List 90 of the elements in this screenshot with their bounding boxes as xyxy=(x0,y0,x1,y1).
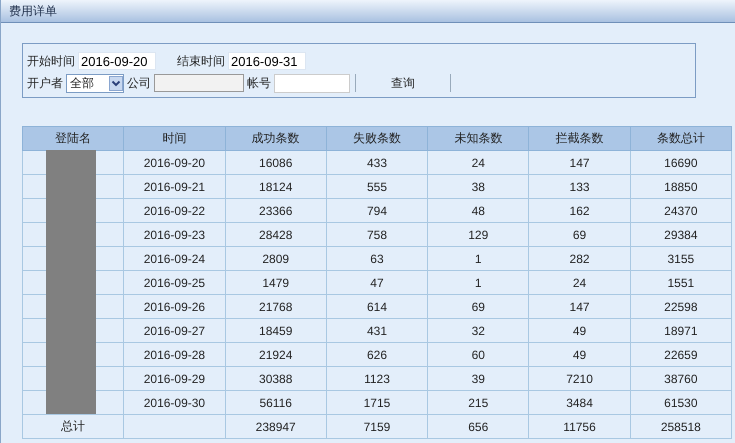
table-cell: 2016-09-30 xyxy=(124,390,226,414)
column-header: 条数总计 xyxy=(630,126,732,150)
table-cell: 282 xyxy=(528,246,630,270)
start-label: 开始时间 xyxy=(27,52,75,70)
table-cell: 69 xyxy=(428,294,529,318)
table-cell: 1 xyxy=(428,246,529,270)
start-date-field[interactable]: 2016-09-20 xyxy=(78,52,156,70)
table-cell: 258518 xyxy=(630,414,732,438)
account-field[interactable] xyxy=(274,74,350,92)
table-cell: 16690 xyxy=(630,150,732,174)
end-label: 结束时间 xyxy=(177,52,225,70)
table-cell: 147 xyxy=(528,150,630,174)
table-cell: 431 xyxy=(326,318,428,342)
table-cell: 28428 xyxy=(225,222,326,246)
table-cell: 18459 xyxy=(225,318,326,342)
table-cell: 56116 xyxy=(225,390,326,414)
table-cell: 39 xyxy=(428,366,529,390)
table-cell: 7159 xyxy=(326,414,428,438)
table-cell: 18850 xyxy=(630,174,732,198)
table-cell: 129 xyxy=(428,222,529,246)
table-cell: 2016-09-20 xyxy=(124,150,226,174)
table-cell: 758 xyxy=(326,222,428,246)
table-cell: 2016-09-23 xyxy=(124,222,226,246)
column-header: 未知条数 xyxy=(428,126,529,150)
table-cell: 2016-09-25 xyxy=(124,270,226,294)
table-cell: 21924 xyxy=(225,342,326,366)
table-cell: 16086 xyxy=(225,150,326,174)
table-cell: 63 xyxy=(326,246,428,270)
table-cell: 24370 xyxy=(630,198,732,222)
table-cell: 162 xyxy=(528,198,630,222)
table-cell: 24 xyxy=(428,150,529,174)
table-cell: 433 xyxy=(326,150,428,174)
table-cell: 18971 xyxy=(630,318,732,342)
table-cell: 38 xyxy=(428,174,529,198)
table-cell: 133 xyxy=(528,174,630,198)
table-cell: 2016-09-21 xyxy=(124,174,226,198)
column-header: 失败条数 xyxy=(326,126,428,150)
table-cell: 614 xyxy=(326,294,428,318)
table-cell: 238947 xyxy=(225,414,326,438)
table-cell: 794 xyxy=(326,198,428,222)
table-cell: 656 xyxy=(428,414,529,438)
table-cell: 38760 xyxy=(630,366,732,390)
table-cell: 7210 xyxy=(528,366,630,390)
table-cell: 2016-09-28 xyxy=(124,342,226,366)
company-label: 公司 xyxy=(127,74,151,92)
table-cell: 2016-09-22 xyxy=(124,198,226,222)
table-cell: 1123 xyxy=(326,366,428,390)
table-cell: 555 xyxy=(326,174,428,198)
table-cell: 1551 xyxy=(630,270,732,294)
table-cell: 3484 xyxy=(528,390,630,414)
account-label: 帐号 xyxy=(247,74,271,92)
window-title: 费用详单 xyxy=(9,2,57,20)
table-cell: 61530 xyxy=(630,390,732,414)
table-cell: 2809 xyxy=(225,246,326,270)
column-header: 拦截条数 xyxy=(528,126,630,150)
table-cell: 2016-09-24 xyxy=(124,246,226,270)
query-button[interactable]: 查询 xyxy=(361,73,445,93)
table-cell: 49 xyxy=(528,342,630,366)
table-cell: 2016-09-27 xyxy=(124,318,226,342)
owner-select[interactable]: 全部 xyxy=(66,74,124,92)
table-cell: 215 xyxy=(428,390,529,414)
table-cell: 1 xyxy=(428,270,529,294)
table-cell: 69 xyxy=(528,222,630,246)
table-cell: 49 xyxy=(528,318,630,342)
owner-label: 开户者 xyxy=(27,74,63,92)
total-label: 总计 xyxy=(22,414,124,438)
column-header: 登陆名 xyxy=(22,126,124,150)
table-cell: 29384 xyxy=(630,222,732,246)
table-cell: 32 xyxy=(428,318,529,342)
table-cell: 60 xyxy=(428,342,529,366)
table-cell: 1715 xyxy=(326,390,428,414)
table-cell: 147 xyxy=(528,294,630,318)
table-cell: 48 xyxy=(428,198,529,222)
table-cell: 22598 xyxy=(630,294,732,318)
end-date-field[interactable]: 2016-09-31 xyxy=(228,52,306,70)
table-cell: 22659 xyxy=(630,342,732,366)
table-cell: 24 xyxy=(528,270,630,294)
table-cell: 1479 xyxy=(225,270,326,294)
table-cell: 2016-09-29 xyxy=(124,366,226,390)
table-cell: 30388 xyxy=(225,366,326,390)
table-cell: 47 xyxy=(326,270,428,294)
table-cell: 23366 xyxy=(225,198,326,222)
table-cell: 11756 xyxy=(528,414,630,438)
column-header: 时间 xyxy=(124,126,226,150)
table-cell: 2016-09-26 xyxy=(124,294,226,318)
table-cell: 18124 xyxy=(225,174,326,198)
table-cell: 626 xyxy=(326,342,428,366)
column-header: 成功条数 xyxy=(225,126,326,150)
table-cell: 3155 xyxy=(630,246,732,270)
table-cell: 21768 xyxy=(225,294,326,318)
